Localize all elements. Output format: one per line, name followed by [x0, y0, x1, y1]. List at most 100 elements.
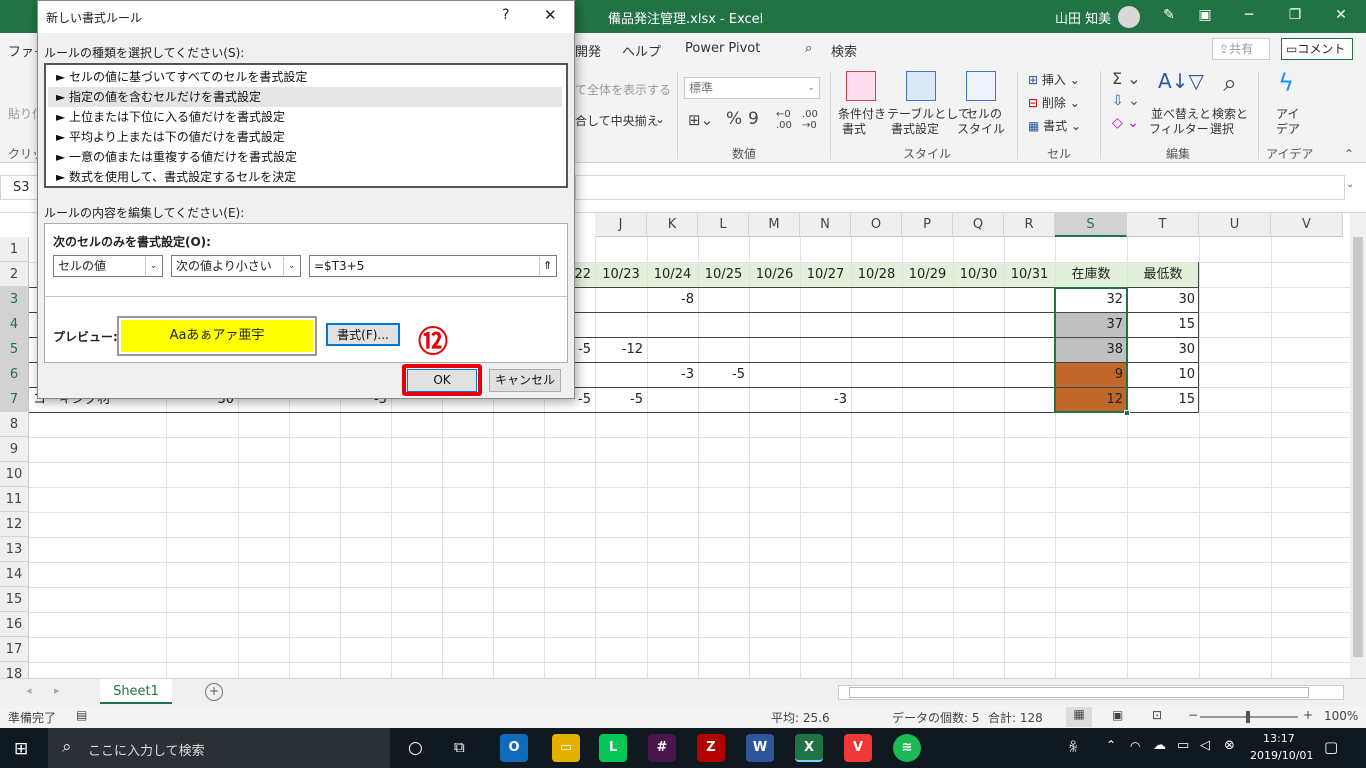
cell[interactable]: 10	[1127, 363, 1199, 387]
percent-icon[interactable]: %	[726, 109, 742, 129]
cell[interactable]: -5	[698, 363, 749, 387]
avatar[interactable]	[1118, 6, 1140, 28]
operator-select[interactable]: 次の値より小さい ⌄	[171, 255, 301, 277]
row-header[interactable]: 12	[0, 512, 29, 537]
file-explorer-icon[interactable]: ▭	[552, 734, 580, 762]
row-header[interactable]: 7	[0, 387, 29, 412]
autosum-icon[interactable]: Σ ⌄	[1112, 69, 1141, 88]
cell[interactable]: 15	[1127, 388, 1199, 412]
row-header[interactable]: 11	[0, 487, 29, 512]
expand-formula-icon[interactable]: ⌄	[1346, 179, 1354, 190]
column-header[interactable]: N	[800, 213, 851, 237]
row-header[interactable]: 1	[0, 237, 29, 262]
decrease-decimal-icon[interactable]: .00 →0	[802, 109, 818, 131]
row-header[interactable]: 4	[0, 312, 29, 337]
search-icon[interactable]: ⌕	[805, 41, 812, 56]
row-header[interactable]: 8	[0, 412, 29, 437]
close-icon[interactable]: ✕	[1318, 0, 1364, 33]
clock-time[interactable]: 13:17	[1263, 732, 1295, 745]
cell[interactable]: -3	[647, 363, 698, 387]
notification-dnd-icon[interactable]: ⊗	[1224, 738, 1235, 753]
zoom-slider-thumb[interactable]	[1246, 711, 1250, 723]
range-select-icon[interactable]: ⇑	[539, 257, 555, 275]
cell[interactable]: 15	[1127, 313, 1199, 337]
row-header[interactable]: 6	[0, 362, 29, 387]
zoom-out-icon[interactable]: −	[1188, 708, 1198, 722]
spotify-icon[interactable]: ≋	[893, 734, 921, 762]
insert-button[interactable]: ⊞ 挿入 ⌄	[1028, 71, 1080, 88]
column-header[interactable]: O	[851, 213, 902, 237]
delete-button[interactable]: ⊟ 削除 ⌄	[1028, 94, 1080, 111]
row-header[interactable]: 13	[0, 537, 29, 562]
date-header[interactable]: 10/26	[749, 263, 800, 287]
menu-search[interactable]: 検索	[831, 41, 857, 60]
page-break-icon[interactable]: ⊡	[1152, 708, 1162, 722]
date-header[interactable]: 10/25	[698, 263, 749, 287]
row-header[interactable]: 15	[0, 587, 29, 612]
sheet-tab[interactable]: Sheet1	[100, 679, 172, 704]
row-header[interactable]: 2	[0, 262, 29, 287]
windows-start-icon[interactable]: ⊞	[14, 739, 28, 759]
column-header[interactable]: P	[902, 213, 953, 237]
increase-decimal-icon[interactable]: ←0.00	[776, 109, 792, 131]
fill-icon[interactable]: ⇩ ⌄	[1112, 93, 1140, 109]
column-header[interactable]: U	[1199, 213, 1271, 237]
ribbon-display-icon[interactable]: ▣	[1182, 0, 1228, 33]
rule-type-item[interactable]: ► セルの値に基づいてすべてのセルを書式設定	[48, 67, 562, 87]
cell[interactable]: 32	[1055, 288, 1127, 312]
clock-date[interactable]: 2019/10/01	[1250, 749, 1313, 762]
cell[interactable]: -3	[800, 388, 851, 412]
cell[interactable]: 9	[1055, 363, 1127, 387]
cell[interactable]: 37	[1055, 313, 1127, 337]
date-header[interactable]: 10/27	[800, 263, 851, 287]
volume-icon[interactable]: ◁	[1200, 738, 1210, 753]
formula-input[interactable]	[575, 175, 1345, 200]
rule-type-item-selected[interactable]: ► 指定の値を含むセルだけを書式設定	[48, 87, 562, 107]
column-header[interactable]: V	[1271, 213, 1343, 237]
row-header[interactable]: 5	[0, 337, 29, 362]
condition-type-select[interactable]: セルの値 ⌄	[53, 255, 163, 277]
format-as-table-icon[interactable]	[906, 71, 936, 101]
restore-icon[interactable]: ❐	[1272, 0, 1318, 33]
date-header[interactable]: 10/29	[902, 263, 953, 287]
page-layout-icon[interactable]: ▣	[1112, 708, 1123, 722]
close-icon[interactable]: ✕	[544, 6, 557, 24]
cell[interactable]: 12	[1055, 388, 1127, 412]
zoom-in-icon[interactable]: +	[1303, 708, 1313, 722]
ideas-icon[interactable]: ϟ	[1272, 69, 1300, 101]
column-header[interactable]: M	[749, 213, 800, 237]
find-select-icon[interactable]: ⌕	[1214, 69, 1246, 101]
people-icon[interactable]: ꆜ	[1068, 739, 1078, 756]
onedrive-icon[interactable]: ☁	[1153, 738, 1166, 753]
stock-header[interactable]: 在庫数	[1055, 263, 1127, 287]
column-header[interactable]: S	[1055, 213, 1127, 237]
min-header[interactable]: 最低数	[1127, 263, 1199, 287]
menu-developer[interactable]: 開発	[575, 41, 601, 60]
sort-filter-icon[interactable]: A↓▽	[1158, 69, 1204, 101]
row-header[interactable]: 18	[0, 662, 29, 678]
slack-icon[interactable]: #	[648, 734, 676, 762]
menu-power-pivot[interactable]: Power Pivot	[685, 41, 760, 56]
vertical-scrollbar[interactable]	[1350, 213, 1366, 678]
scroll-thumb[interactable]	[1353, 237, 1363, 657]
column-header[interactable]: T	[1127, 213, 1199, 237]
prev-sheet-icon[interactable]: ◂	[26, 684, 32, 697]
row-header[interactable]: 3	[0, 287, 29, 312]
wrap-text-button[interactable]: て全体を表示する	[575, 81, 671, 98]
action-center-icon[interactable]: ▢	[1324, 738, 1338, 756]
cancel-button[interactable]: キャンセル	[489, 369, 561, 392]
normal-view-icon[interactable]: ▦	[1066, 707, 1092, 727]
filezilla-icon[interactable]: Z	[697, 734, 725, 762]
currency-icon[interactable]: ⊞⌄	[688, 111, 713, 129]
rule-type-item[interactable]: ► 一意の値または重複する値だけを書式設定	[48, 147, 562, 167]
column-header[interactable]: R	[1004, 213, 1055, 237]
cell[interactable]: 38	[1055, 338, 1127, 362]
column-header[interactable]: L	[698, 213, 749, 237]
minimize-icon[interactable]: ─	[1226, 0, 1272, 33]
outlook-icon[interactable]: O	[500, 734, 528, 762]
word-icon[interactable]: W	[746, 734, 774, 762]
rule-type-item[interactable]: ► 平均より上または下の値だけを書式設定	[48, 127, 562, 147]
row-header[interactable]: 9	[0, 437, 29, 462]
row-header[interactable]: 14	[0, 562, 29, 587]
row-header[interactable]: 10	[0, 462, 29, 487]
